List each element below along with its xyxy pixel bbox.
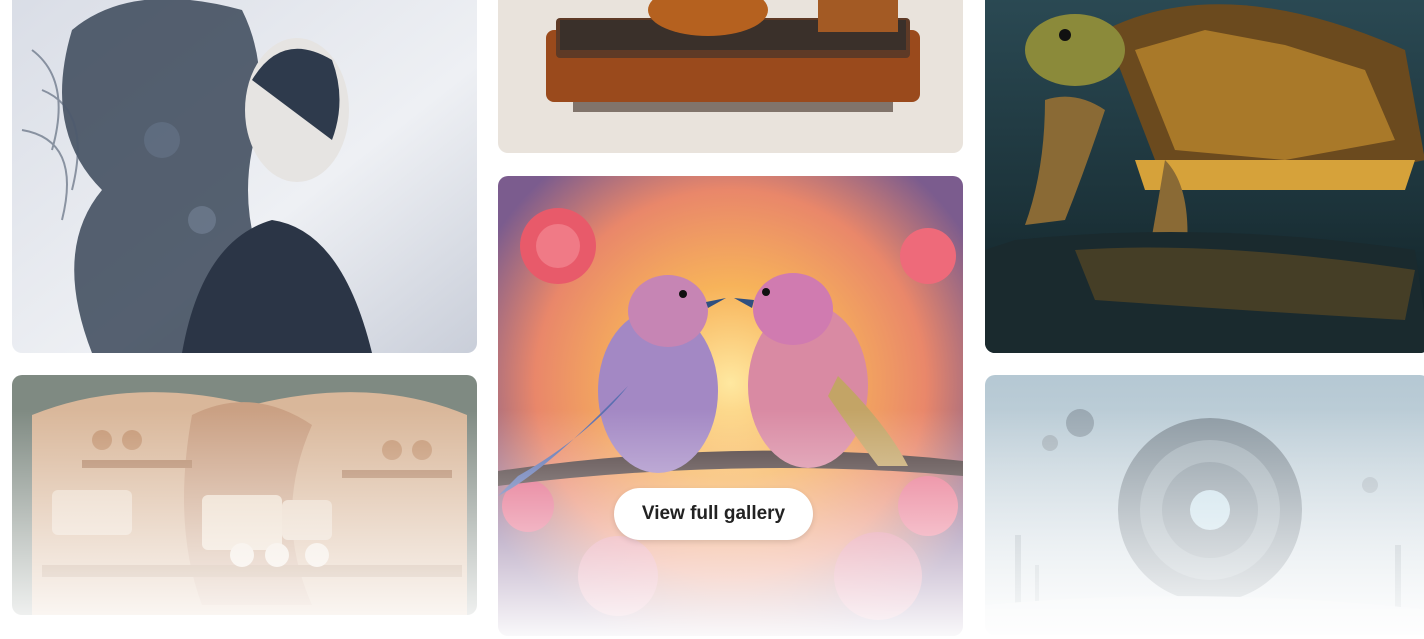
view-full-gallery-button[interactable]: View full gallery <box>614 488 813 540</box>
gallery-image-floating-sphere[interactable] <box>985 375 1424 635</box>
gallery-image-love-birds[interactable] <box>498 176 963 636</box>
gallery-image-wooden-teapot[interactable] <box>498 0 963 153</box>
gallery-image-golden-turtle[interactable] <box>985 0 1424 353</box>
gallery-image-woman-portrait[interactable] <box>12 0 477 353</box>
image-gallery: View full gallery <box>0 0 1424 639</box>
gallery-image-paper-cafe[interactable] <box>12 375 477 615</box>
